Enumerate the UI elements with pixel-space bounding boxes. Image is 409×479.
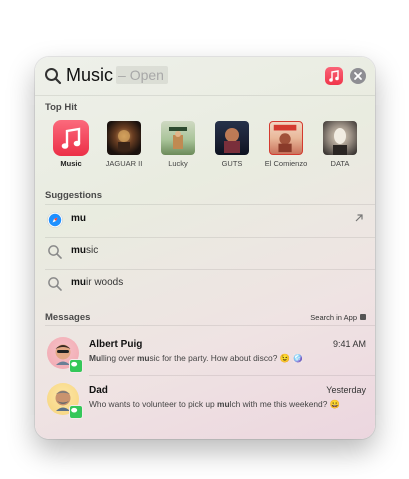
suggestion-text: muir woods: [71, 277, 124, 288]
divider: [89, 375, 375, 376]
arrow-up-right-icon: [355, 214, 363, 222]
safari-icon: [47, 212, 63, 228]
message-sender: Dad: [89, 385, 108, 396]
suggestion-text: music: [71, 245, 99, 256]
search-icon: [48, 245, 62, 259]
message-row[interactable]: Albert Puig 9:41 AM Mulling over music f…: [35, 335, 375, 379]
top-hit-music[interactable]: Music: [41, 120, 101, 168]
messages-badge-icon: [69, 405, 83, 419]
message-time: Yesterday: [326, 385, 366, 395]
top-hit-jaguar[interactable]: JAGUAR II: [94, 121, 154, 168]
suggestion-row[interactable]: music: [35, 237, 375, 267]
top-hit-data[interactable]: DATA: [310, 121, 370, 168]
album-art-lucky: [161, 121, 195, 155]
open-hint: – Open: [116, 66, 168, 84]
close-icon: [354, 72, 362, 80]
top-hit-lucky[interactable]: Lucky: [148, 121, 208, 168]
message-row[interactable]: Dad Yesterday Who wants to volunteer to …: [35, 381, 375, 425]
search-in-app-icon: [360, 314, 366, 320]
divider: [45, 325, 375, 326]
album-art-el-comienzo: [269, 121, 303, 155]
album-art-jaguar: [107, 121, 141, 155]
spotlight-panel: Music – Open Top Hit Music JAGUAR II Luck…: [35, 57, 375, 439]
search-in-app-button[interactable]: Search in App: [310, 313, 366, 322]
music-app-icon: [53, 120, 89, 156]
top-hit-label: GUTS: [221, 159, 243, 168]
top-hit-label: JAGUAR II: [105, 159, 143, 168]
top-hit-el-comienzo[interactable]: El Comienzo: [256, 121, 316, 168]
messages-header: Messages: [45, 312, 91, 323]
top-hit-label: DATA: [330, 159, 350, 168]
query-completion: ic: [100, 65, 114, 85]
message-preview: Mulling over music for the party. How ab…: [89, 353, 303, 363]
suggestion-row[interactable]: muir woods: [35, 269, 375, 299]
top-hit-label: El Comienzo: [264, 159, 308, 168]
clear-search-button[interactable]: [350, 68, 366, 84]
suggestion-text: mu: [71, 213, 86, 224]
message-sender: Albert Puig: [89, 339, 143, 350]
suggestion-row[interactable]: mu: [35, 205, 375, 235]
message-time: 9:41 AM: [332, 339, 366, 349]
top-hit-label: Music: [60, 159, 82, 168]
top-hit-guts[interactable]: GUTS: [202, 121, 262, 168]
album-art-guts: [215, 121, 249, 155]
top-hit-header: Top Hit: [45, 102, 78, 113]
search-icon: [45, 68, 62, 85]
search-input[interactable]: Music – Open: [66, 65, 168, 86]
album-art-data: [323, 121, 357, 155]
suggestions-header: Suggestions: [45, 190, 103, 201]
search-bar[interactable]: Music – Open: [35, 57, 375, 96]
music-app-mini-icon: [325, 67, 343, 85]
messages-badge-icon: [69, 359, 83, 373]
top-hit-label: Lucky: [168, 159, 188, 168]
search-icon: [48, 277, 62, 291]
message-preview: Who wants to volunteer to pick up mulch …: [89, 399, 341, 409]
query-typed: Mus: [66, 65, 101, 85]
